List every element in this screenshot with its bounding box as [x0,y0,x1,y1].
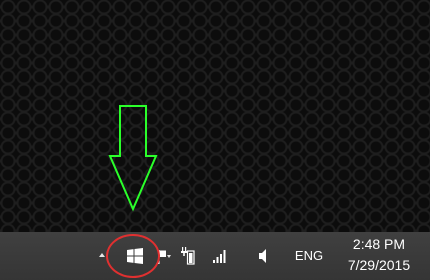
network-signal-icon [213,250,226,263]
show-hidden-icons-button[interactable] [98,251,106,259]
volume-button[interactable] [256,248,268,264]
windows-logo-tray-button[interactable] [127,248,143,264]
chevron-up-icon [99,253,105,257]
flag-icon [158,250,171,264]
clock-date: 7/29/2015 [347,257,411,273]
clock-time: 2:48 PM [352,236,406,252]
clock-button[interactable]: 2:48 PM 7/29/2015 [338,234,420,278]
speaker-icon [259,249,266,263]
input-language-button[interactable]: ENG [289,248,329,264]
network-button[interactable] [212,248,228,264]
battery-button[interactable] [181,247,195,265]
action-center-button[interactable] [156,249,172,265]
taskbar: ENG 2:48 PM 7/29/2015 [0,232,430,280]
battery-plug-icon [181,247,195,265]
green-down-arrow-annotation [108,105,158,212]
windows-logo-icon [127,248,143,264]
